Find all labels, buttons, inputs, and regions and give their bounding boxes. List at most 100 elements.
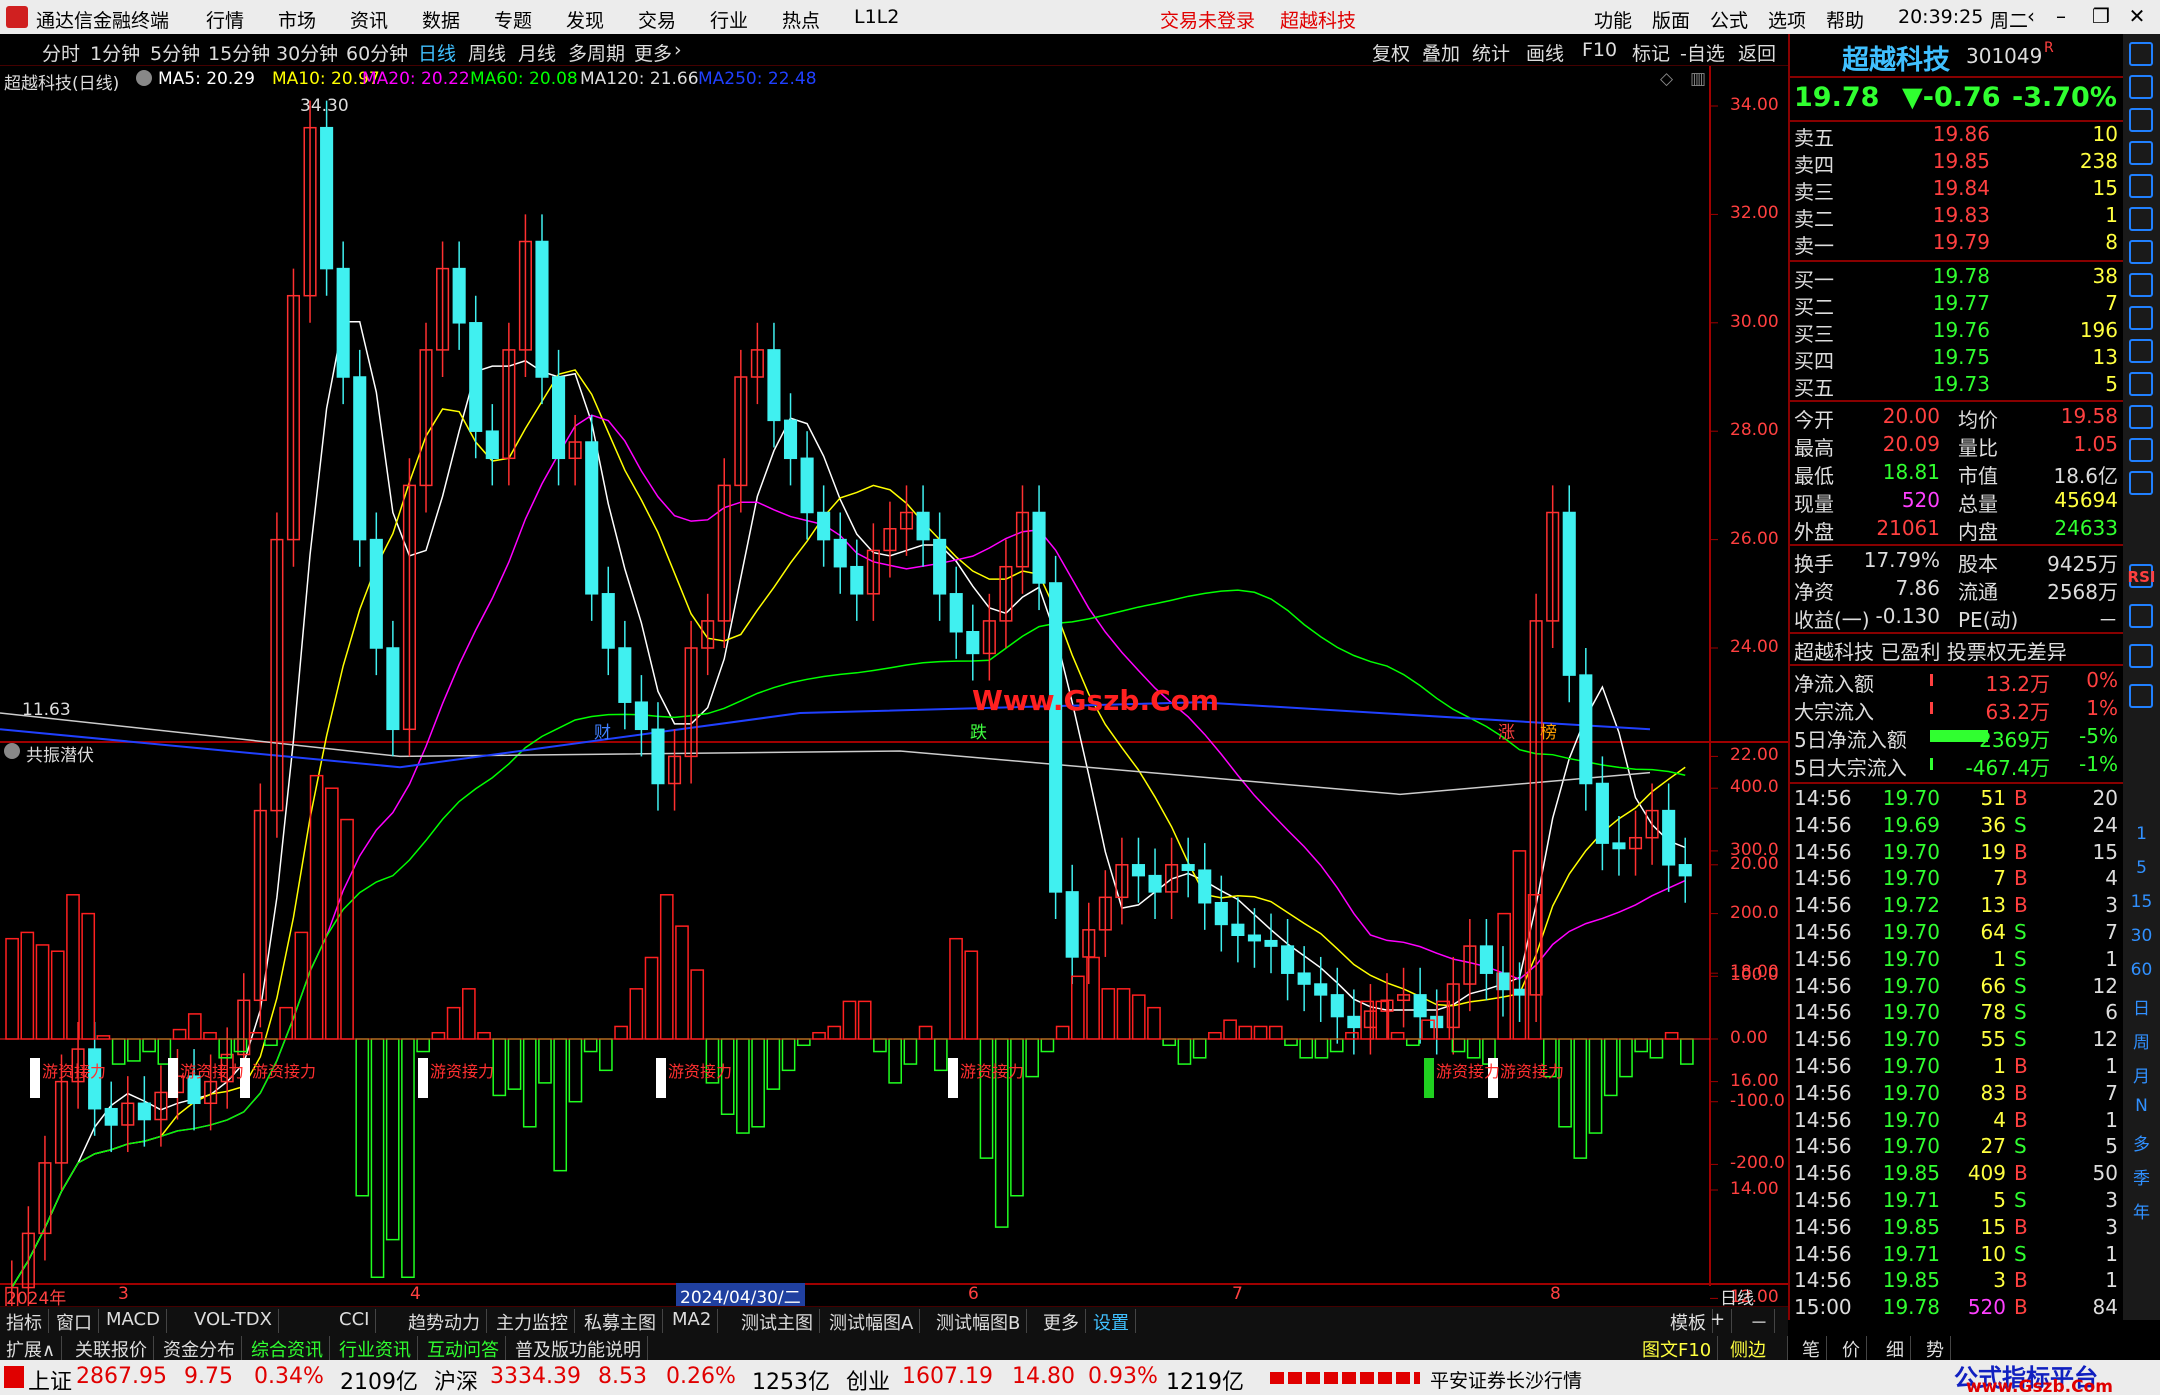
indicator-tab-4[interactable]: CCI: [333, 1309, 377, 1333]
info-tab-4[interactable]: 行业资讯: [333, 1336, 418, 1361]
side-tool-3[interactable]: 15: [2123, 892, 2160, 912]
indicator-tab-5[interactable]: 趋势动力: [402, 1309, 487, 1334]
menu-item-zixun[interactable]: 资讯: [350, 6, 388, 33]
tick-row[interactable]: 14:56 19.70 78 S 6: [1790, 1000, 2125, 1027]
sz-label[interactable]: 沪深: [434, 1364, 478, 1395]
tick-row[interactable]: 14:56 19.70 66 S 12: [1790, 974, 2125, 1001]
template-tab-1[interactable]: +: [1704, 1309, 1733, 1333]
menu-item-hangye[interactable]: 行业: [710, 6, 748, 33]
event-marker-zhang[interactable]: 涨: [1498, 718, 1515, 743]
table-icon[interactable]: [2129, 644, 2153, 668]
back-icon[interactable]: ‹: [2016, 4, 2046, 28]
template-tab-2[interactable]: －: [1744, 1309, 1775, 1334]
indicator-tab-7[interactable]: 私募主图: [578, 1309, 663, 1334]
event-marker-cai[interactable]: 财: [594, 718, 611, 743]
menu-item-gongshi[interactable]: 公式: [1710, 6, 1748, 33]
period-tab-30min[interactable]: 30分钟: [276, 39, 338, 66]
menu-item-shuju[interactable]: 数据: [422, 6, 460, 33]
panel-toggle-icon[interactable]: ▥: [1690, 69, 1706, 89]
period-tab-15min[interactable]: 15分钟: [208, 39, 270, 66]
tool-biaoji[interactable]: 标记: [1632, 39, 1670, 66]
indicator-settings-icon[interactable]: [4, 743, 20, 759]
indicator-tab-9[interactable]: 测试主图: [735, 1309, 820, 1334]
settings-icon[interactable]: [136, 70, 152, 86]
menu-item-shichang[interactable]: 市场: [278, 6, 316, 33]
info-tab-1[interactable]: 关联报价: [69, 1336, 154, 1361]
close-icon[interactable]: ✕: [2122, 4, 2152, 28]
news-icon[interactable]: [2129, 339, 2153, 363]
cy-label[interactable]: 创业: [846, 1364, 890, 1395]
trade-login-status[interactable]: 交易未登录: [1160, 6, 1255, 33]
grid-icon[interactable]: [2129, 174, 2153, 198]
side-tab-5[interactable]: 势: [1920, 1336, 1951, 1361]
side-tool-10[interactable]: 多: [2123, 1130, 2160, 1155]
menu-item-banmian[interactable]: 版面: [1652, 6, 1690, 33]
restore-icon[interactable]: ❐: [2086, 4, 2116, 28]
sh-label[interactable]: 上证: [28, 1364, 72, 1395]
up-arrow-icon[interactable]: [2129, 75, 2153, 99]
side-tab-1[interactable]: 侧边栏《: [1724, 1336, 1788, 1387]
tick-row[interactable]: 14:56 19.85 409 B 50: [1790, 1161, 2125, 1188]
tick-row[interactable]: 14:56 19.70 51 B 20: [1790, 786, 2125, 813]
tick-row[interactable]: 14:56 19.85 3 B 1: [1790, 1268, 2125, 1295]
user-icon[interactable]: [2129, 372, 2153, 396]
side-tool-0[interactable]: RSI: [2123, 568, 2160, 586]
info-tab-0[interactable]: 扩展∧: [0, 1336, 63, 1361]
indicator-tab-10[interactable]: 测试幅图A: [823, 1309, 921, 1334]
calc-icon[interactable]: [2129, 684, 2153, 708]
tick-row[interactable]: 14:56 19.70 64 S 7: [1790, 920, 2125, 947]
period-tab-multi[interactable]: 多周期: [568, 39, 625, 66]
side-tool-8[interactable]: 月: [2123, 1062, 2160, 1087]
indicator-tab-2[interactable]: MACD: [100, 1309, 167, 1333]
menu-item-l1l2[interactable]: L1L2: [854, 6, 899, 28]
tick-row[interactable]: 14:56 19.70 4 B 1: [1790, 1108, 2125, 1135]
tool-fuquan[interactable]: 复权: [1372, 39, 1410, 66]
side-tab-4[interactable]: 细: [1880, 1336, 1911, 1361]
menu-item-gongneng[interactable]: 功能: [1594, 6, 1632, 33]
side-tool-4[interactable]: 30: [2123, 926, 2160, 946]
info-tab-5[interactable]: 互动问答: [421, 1336, 506, 1361]
chevron-right-icon[interactable]: ›: [674, 39, 682, 61]
tick-row[interactable]: 14:56 19.70 1 B 1: [1790, 1054, 2125, 1081]
info-tab-3[interactable]: 综合资讯: [245, 1336, 330, 1361]
side-tool-5[interactable]: 60: [2123, 960, 2160, 980]
kline-chart[interactable]: [0, 66, 1788, 1306]
tick-row[interactable]: 15:00 19.78 520 B 84: [1790, 1295, 2125, 1322]
target-icon[interactable]: [2129, 438, 2153, 462]
tool-diejia[interactable]: 叠加: [1422, 39, 1460, 66]
period-tab-60min[interactable]: 60分钟: [346, 39, 408, 66]
tick-row[interactable]: 14:56 19.72 13 B 3: [1790, 893, 2125, 920]
menu-item-xuanxiang[interactable]: 选项: [1768, 6, 1806, 33]
indicator-tab-13[interactable]: 设置: [1087, 1309, 1136, 1334]
side-tool-7[interactable]: 周: [2123, 1028, 2160, 1053]
period-tab-1min[interactable]: 1分钟: [90, 39, 140, 66]
down-arrow-icon[interactable]: [2129, 108, 2153, 132]
diamond-icon[interactable]: ◇: [1660, 69, 1673, 89]
tool-fanhui[interactable]: 返回: [1738, 39, 1776, 66]
line-chart-icon[interactable]: [2129, 207, 2153, 231]
trend-icon[interactable]: [2129, 471, 2153, 495]
refresh-icon[interactable]: [2129, 405, 2153, 429]
tick-row[interactable]: 14:56 19.71 10 S 1: [1790, 1242, 2125, 1269]
period-tab-weekly[interactable]: 周线: [468, 39, 506, 66]
menu-item-redian[interactable]: 热点: [782, 6, 820, 33]
tool-f10[interactable]: F10: [1582, 39, 1617, 61]
indicator-tab-3[interactable]: VOL-TDX: [188, 1309, 279, 1333]
indicator-tab-11[interactable]: 测试幅图B: [930, 1309, 1028, 1334]
menu-item-zhuanti[interactable]: 专题: [494, 6, 532, 33]
pen-icon[interactable]: [2129, 604, 2153, 628]
side-tool-12[interactable]: 年: [2123, 1198, 2160, 1223]
side-tab-2[interactable]: 笔: [1796, 1336, 1827, 1361]
period-tab-monthly[interactable]: 月线: [518, 39, 556, 66]
collapse-icon[interactable]: [2129, 42, 2153, 66]
tick-row[interactable]: 14:56 19.70 19 B 15: [1790, 840, 2125, 867]
info-tab-2[interactable]: 资金分布: [157, 1336, 242, 1361]
tick-row[interactable]: 14:56 19.85 15 B 3: [1790, 1215, 2125, 1242]
side-tab-0[interactable]: 图文F10: [1636, 1336, 1719, 1361]
tick-row[interactable]: 14:56 19.70 27 S 5: [1790, 1134, 2125, 1161]
candle-icon[interactable]: [2129, 240, 2153, 264]
layout-icon[interactable]: [2129, 273, 2153, 297]
flow-row[interactable]: 5日净流入额 -2369万 -5%: [1790, 724, 2125, 752]
period-tab-5min[interactable]: 5分钟: [150, 39, 200, 66]
tick-row[interactable]: 14:56 19.71 5 S 3: [1790, 1188, 2125, 1215]
